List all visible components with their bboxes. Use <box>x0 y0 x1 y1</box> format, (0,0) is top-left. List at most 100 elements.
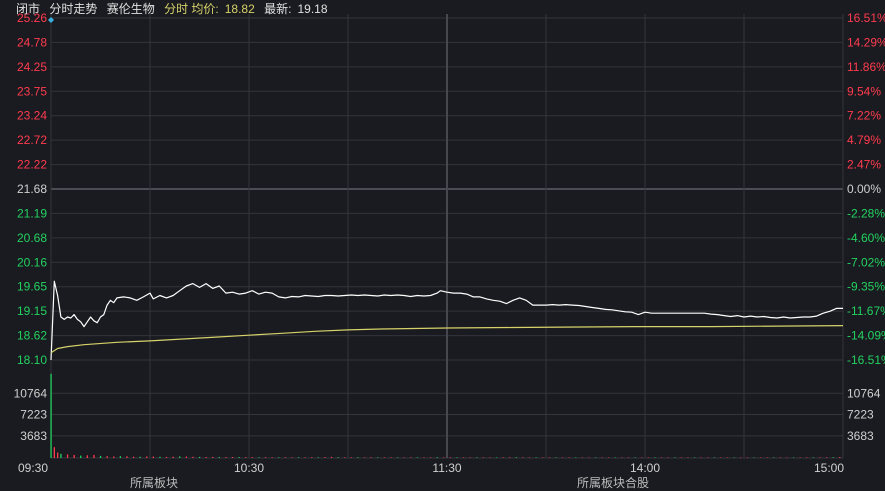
volume-bar <box>53 447 55 458</box>
volume-bar <box>119 456 121 458</box>
volume-tick-label: 3683 <box>20 429 47 443</box>
volume-bar <box>126 456 128 458</box>
volume-bar <box>707 457 709 458</box>
price-tick-label: 20.68 <box>17 231 47 245</box>
volume-bar <box>753 457 755 459</box>
percent-tick-label: -4.60% <box>847 231 885 245</box>
volume-bar <box>139 456 141 458</box>
volume-bar <box>324 457 326 458</box>
volume-bar <box>146 456 148 458</box>
percent-tick-label: -2.28% <box>847 206 885 220</box>
volume-bar <box>634 457 636 458</box>
volume-bar <box>410 457 412 458</box>
volume-bar <box>746 457 748 458</box>
chart-axes: 25.26 16.51%24.78 14.29%24.25 11.86%23.75 9.… <box>14 11 885 475</box>
volume-bar <box>792 457 795 458</box>
volume-bar <box>179 456 181 458</box>
volume-bar <box>568 457 570 458</box>
volume-bar <box>522 457 524 458</box>
percent-tick-label: 0.00% <box>847 182 881 196</box>
price-tick-label: 23.24 <box>17 109 47 123</box>
volume-tick-label-right: 3683 <box>847 429 874 443</box>
volume-bar <box>614 457 616 458</box>
volume-bar <box>337 457 339 458</box>
volume-bar <box>330 456 333 458</box>
volume-bar <box>528 457 531 458</box>
price-tick-label: 24.25 <box>17 60 47 74</box>
volume-bar <box>773 457 775 458</box>
volume-bar <box>581 457 583 458</box>
volume-bar <box>825 457 828 458</box>
volume-bar <box>198 456 201 458</box>
price-tick-label: 19.65 <box>17 280 47 294</box>
percent-tick-label: 4.79% <box>847 133 881 147</box>
volume-bar <box>159 456 161 458</box>
volume-bar <box>205 457 207 458</box>
volume-bar <box>535 457 537 458</box>
volume-bar <box>106 456 108 458</box>
volume-bar <box>693 457 696 458</box>
volume-bar <box>502 457 504 458</box>
volume-bar <box>370 457 372 458</box>
volume-bar <box>667 457 669 459</box>
volume-bar <box>469 457 471 458</box>
volume-tick-label: 10764 <box>14 386 48 400</box>
volume-bar <box>212 456 214 458</box>
volume-bar <box>720 457 722 458</box>
percent-tick-label: 9.54% <box>847 84 881 98</box>
volume-bar <box>264 457 267 458</box>
volume-tick-label: 7223 <box>20 408 47 422</box>
volume-bar <box>57 452 59 458</box>
volume-bar <box>627 457 630 458</box>
percent-tick-label: -11.67% <box>847 304 885 318</box>
volume-bar <box>73 454 75 458</box>
volume-bar <box>416 457 418 458</box>
volume-bar <box>396 457 399 458</box>
volume-bar <box>436 457 438 458</box>
volume-bar <box>80 455 82 458</box>
volume-bar <box>357 457 359 458</box>
latest-price-label: 最新: <box>264 2 292 16</box>
volume-bar <box>423 457 425 458</box>
percent-tick-label: -7.02% <box>847 255 885 269</box>
latest-price-value: 19.18 <box>297 2 328 16</box>
volume-bars <box>50 373 841 459</box>
volume-bar <box>495 457 498 458</box>
volume-bar <box>700 457 702 458</box>
sector-stock-label: 所属板块合股 <box>577 476 650 490</box>
price-tick-label: 24.78 <box>17 35 47 49</box>
volume-bar <box>548 457 550 458</box>
volume-bar <box>443 457 445 458</box>
market-status: 闭市 <box>16 2 41 16</box>
volume-bar <box>449 457 451 458</box>
volume-bar <box>594 457 597 459</box>
volume-bar <box>575 457 577 459</box>
volume-bar <box>403 457 405 458</box>
volume-bar <box>245 457 247 458</box>
average-price-label: 分时 均价: <box>164 2 219 16</box>
percent-tick-label: 7.22% <box>847 109 881 123</box>
chart-mode-label[interactable]: 分时走势 <box>49 2 97 16</box>
percent-tick-label: -14.09% <box>847 329 885 343</box>
volume-bar <box>291 457 293 458</box>
volume-bar <box>165 456 168 458</box>
volume-bar <box>647 457 649 458</box>
time-tick-label: 09:30 <box>18 461 48 475</box>
volume-tick-label-right: 10764 <box>847 386 881 400</box>
volume-bar <box>482 457 484 458</box>
volume-bar <box>231 457 234 458</box>
volume-bar <box>832 457 834 458</box>
percent-tick-label: 14.29% <box>847 35 885 49</box>
price-tick-label: 23.75 <box>17 84 47 98</box>
volume-bar <box>113 456 115 458</box>
volume-bar <box>93 454 95 458</box>
volume-bar <box>271 457 273 458</box>
volume-bar <box>812 457 814 458</box>
volume-bar <box>515 457 517 458</box>
volume-bar <box>377 457 379 458</box>
time-tick-label: 15:00 <box>814 461 844 475</box>
volume-bar <box>740 457 742 459</box>
price-tick-label: 18.62 <box>17 329 47 343</box>
volume-bar <box>561 457 564 458</box>
volume-bar <box>542 457 544 458</box>
